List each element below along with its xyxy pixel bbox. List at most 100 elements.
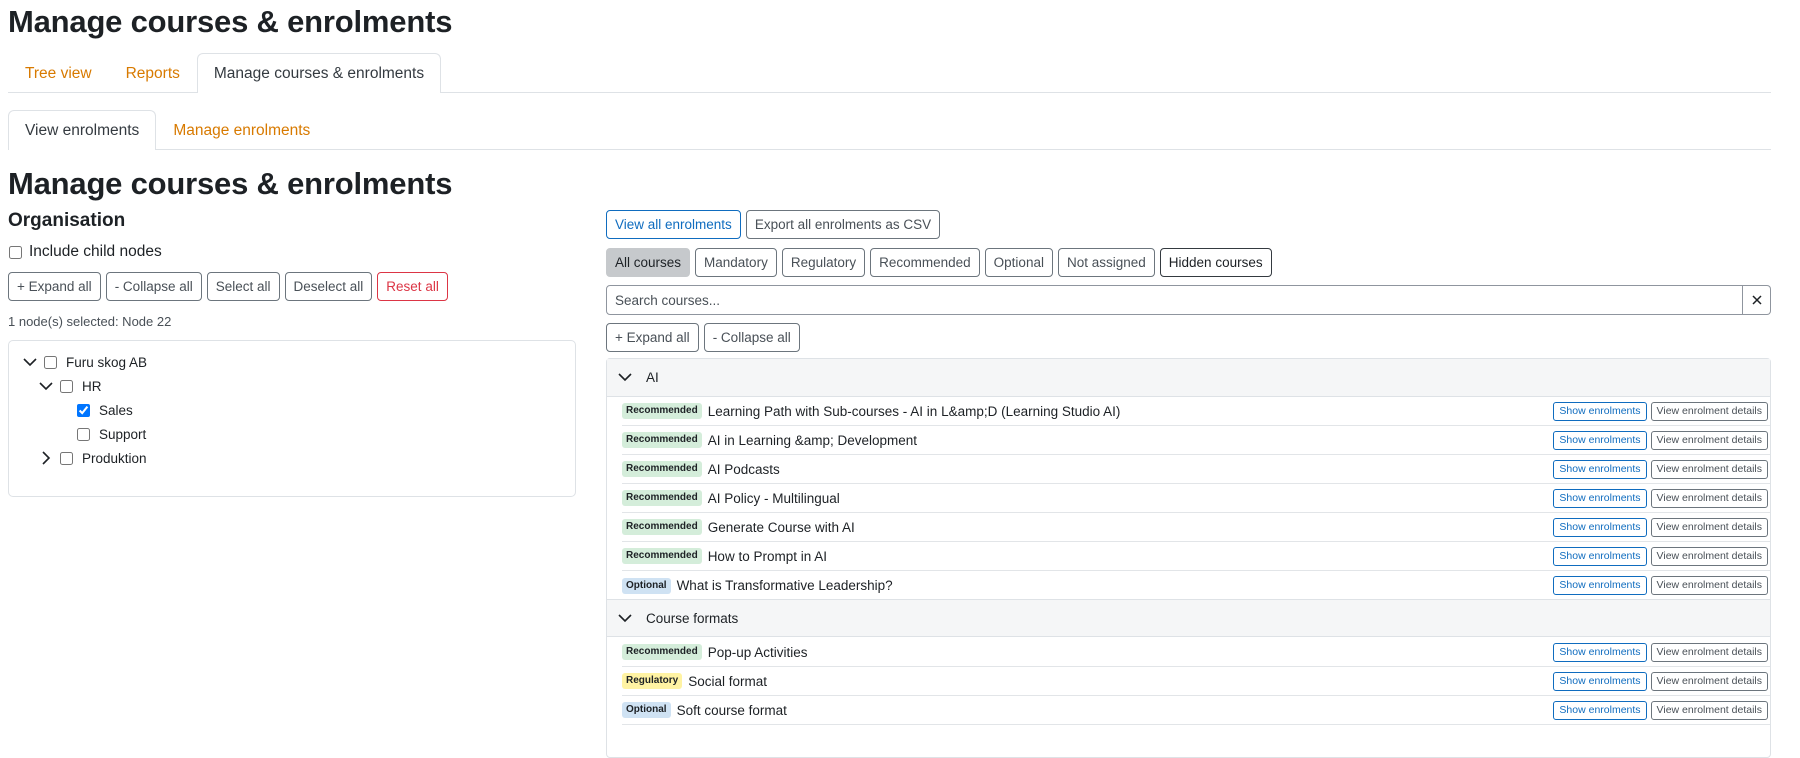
tree-node-hr: HR [38, 376, 102, 396]
tree-node-furu-skog: Furu skog AB [22, 352, 147, 372]
tree-node-checkbox[interactable] [60, 451, 73, 465]
tree-node-label[interactable]: Produktion [82, 451, 147, 466]
show-enrolments-button[interactable]: Show enrolments [1553, 517, 1647, 537]
group-header-ai[interactable]: AI [607, 359, 1770, 397]
status-badge: Recommended [622, 490, 702, 506]
filter-all-courses[interactable]: All courses [606, 248, 691, 277]
section-title: Manage courses & enrolments [8, 166, 453, 201]
course-name: Generate Course with AI [707, 519, 855, 535]
status-badge: Recommended [622, 432, 702, 448]
status-badge: Optional [622, 702, 671, 718]
organisation-tree: Furu skog AB HR Sales Support Produktion [8, 340, 576, 497]
show-enrolments-button[interactable]: Show enrolments [1553, 671, 1647, 691]
group-name: AI [646, 370, 659, 385]
collapse-all-courses-button[interactable]: - Collapse all [703, 323, 800, 352]
course-list: AI Recommended Learning Path with Sub-co… [606, 358, 1771, 758]
tree-node-label[interactable]: Sales [99, 403, 133, 418]
view-enrolment-details-button[interactable]: View enrolment details [1650, 401, 1768, 421]
deselect-all-button[interactable]: Deselect all [284, 272, 373, 301]
filter-recommended[interactable]: Recommended [870, 248, 980, 277]
chevron-down-icon[interactable] [617, 373, 633, 382]
course-row: Recommended AI in Learning &amp; Develop… [622, 426, 1770, 455]
filter-not-assigned[interactable]: Not assigned [1057, 248, 1155, 277]
include-child-nodes[interactable]: Include child nodes [8, 243, 162, 261]
show-enrolments-button[interactable]: Show enrolments [1553, 642, 1647, 662]
course-row: Recommended How to Prompt in AI Show enr… [622, 542, 1770, 571]
include-child-nodes-label: Include child nodes [29, 243, 162, 260]
course-name: AI Podcasts [707, 461, 780, 477]
filter-hidden-courses[interactable]: Hidden courses [1159, 248, 1272, 277]
export-csv-button[interactable]: Export all enrolments as CSV [745, 210, 941, 239]
tab-view-enrolments[interactable]: View enrolments [8, 110, 157, 150]
tab-reports[interactable]: Reports [109, 53, 197, 93]
group-header-course-formats[interactable]: Course formats [607, 599, 1770, 637]
course-name: Soft course format [676, 702, 787, 718]
tree-node-sales: Sales [77, 400, 133, 420]
tree-actions: + Expand all - Collapse all Select all D… [8, 272, 448, 301]
course-row: Recommended AI Policy - Multilingual Sho… [622, 484, 1770, 513]
tree-node-label[interactable]: Furu skog AB [66, 355, 147, 370]
show-enrolments-button[interactable]: Show enrolments [1553, 401, 1647, 421]
view-enrolment-details-button[interactable]: View enrolment details [1650, 546, 1768, 566]
course-search [606, 285, 1771, 315]
view-enrolment-details-button[interactable]: View enrolment details [1650, 459, 1768, 479]
status-badge: Recommended [622, 519, 702, 535]
chevron-down-icon[interactable] [38, 381, 54, 391]
tab-tree-view[interactable]: Tree view [8, 53, 109, 93]
tree-node-checkbox[interactable] [77, 403, 90, 417]
show-enrolments-button[interactable]: Show enrolments [1553, 546, 1647, 566]
tree-node-checkbox[interactable] [60, 379, 73, 393]
search-input[interactable] [606, 285, 1743, 315]
tab-manage-courses[interactable]: Manage courses & enrolments [196, 53, 442, 93]
view-enrolment-details-button[interactable]: View enrolment details [1650, 700, 1768, 720]
expand-all-courses-button[interactable]: + Expand all [606, 323, 699, 352]
top-tabs: Tree view Reports Manage courses & enrol… [8, 53, 1771, 93]
status-badge: Regulatory [622, 673, 683, 689]
chevron-right-icon[interactable] [38, 451, 54, 465]
show-enrolments-button[interactable]: Show enrolments [1553, 700, 1647, 720]
status-badge: Recommended [622, 461, 702, 477]
view-enrolment-details-button[interactable]: View enrolment details [1650, 671, 1768, 691]
view-enrolment-details-button[interactable]: View enrolment details [1650, 576, 1768, 595]
show-enrolments-button[interactable]: Show enrolments [1553, 459, 1647, 479]
tab-manage-enrolments[interactable]: Manage enrolments [156, 110, 327, 150]
include-child-nodes-checkbox[interactable] [9, 245, 22, 259]
tree-node-produktion: Produktion [38, 448, 147, 468]
course-filters: All courses Mandatory Regulatory Recomme… [606, 248, 1272, 277]
course-name: How to Prompt in AI [707, 548, 827, 564]
chevron-down-icon[interactable] [617, 613, 633, 623]
view-enrolment-details-button[interactable]: View enrolment details [1650, 517, 1768, 537]
expand-all-button[interactable]: + Expand all [8, 272, 101, 301]
sub-tabs: View enrolments Manage enrolments [8, 110, 1771, 150]
course-row: Optional What is Transformative Leadersh… [622, 571, 1770, 600]
show-enrolments-button[interactable]: Show enrolments [1553, 430, 1647, 450]
collapse-all-button[interactable]: - Collapse all [105, 272, 202, 301]
course-name: Social format [688, 673, 768, 689]
show-enrolments-button[interactable]: Show enrolments [1553, 488, 1647, 508]
tree-node-label[interactable]: Support [99, 427, 146, 442]
view-enrolment-details-button[interactable]: View enrolment details [1650, 430, 1768, 450]
select-all-button[interactable]: Select all [206, 272, 280, 301]
enrolment-actions: View all enrolments Export all enrolment… [606, 210, 941, 239]
tree-node-checkbox[interactable] [44, 355, 57, 369]
view-all-enrolments-button[interactable]: View all enrolments [606, 210, 741, 239]
status-badge: Recommended [622, 548, 702, 564]
course-row: Recommended Learning Path with Sub-cours… [622, 397, 1770, 426]
course-name: Learning Path with Sub-courses - AI in L… [707, 403, 1121, 419]
tree-node-label[interactable]: HR [82, 379, 102, 394]
course-row: Optional Soft course format Show enrolme… [622, 696, 1770, 725]
view-enrolment-details-button[interactable]: View enrolment details [1650, 488, 1768, 508]
course-name: Pop-up Activities [707, 644, 808, 660]
close-icon[interactable] [1743, 285, 1771, 315]
view-enrolment-details-button[interactable]: View enrolment details [1650, 642, 1768, 662]
filter-regulatory[interactable]: Regulatory [781, 248, 866, 277]
selected-nodes-info: 1 node(s) selected: Node 22 [8, 314, 172, 329]
chevron-down-icon[interactable] [22, 357, 38, 367]
reset-all-button[interactable]: Reset all [377, 272, 448, 301]
course-row: Recommended Generate Course with AI Show… [622, 513, 1770, 542]
tree-node-checkbox[interactable] [77, 427, 90, 441]
filter-optional[interactable]: Optional [984, 248, 1053, 277]
course-tree-actions: + Expand all - Collapse all [606, 323, 800, 352]
show-enrolments-button[interactable]: Show enrolments [1553, 576, 1647, 595]
filter-mandatory[interactable]: Mandatory [695, 248, 777, 277]
